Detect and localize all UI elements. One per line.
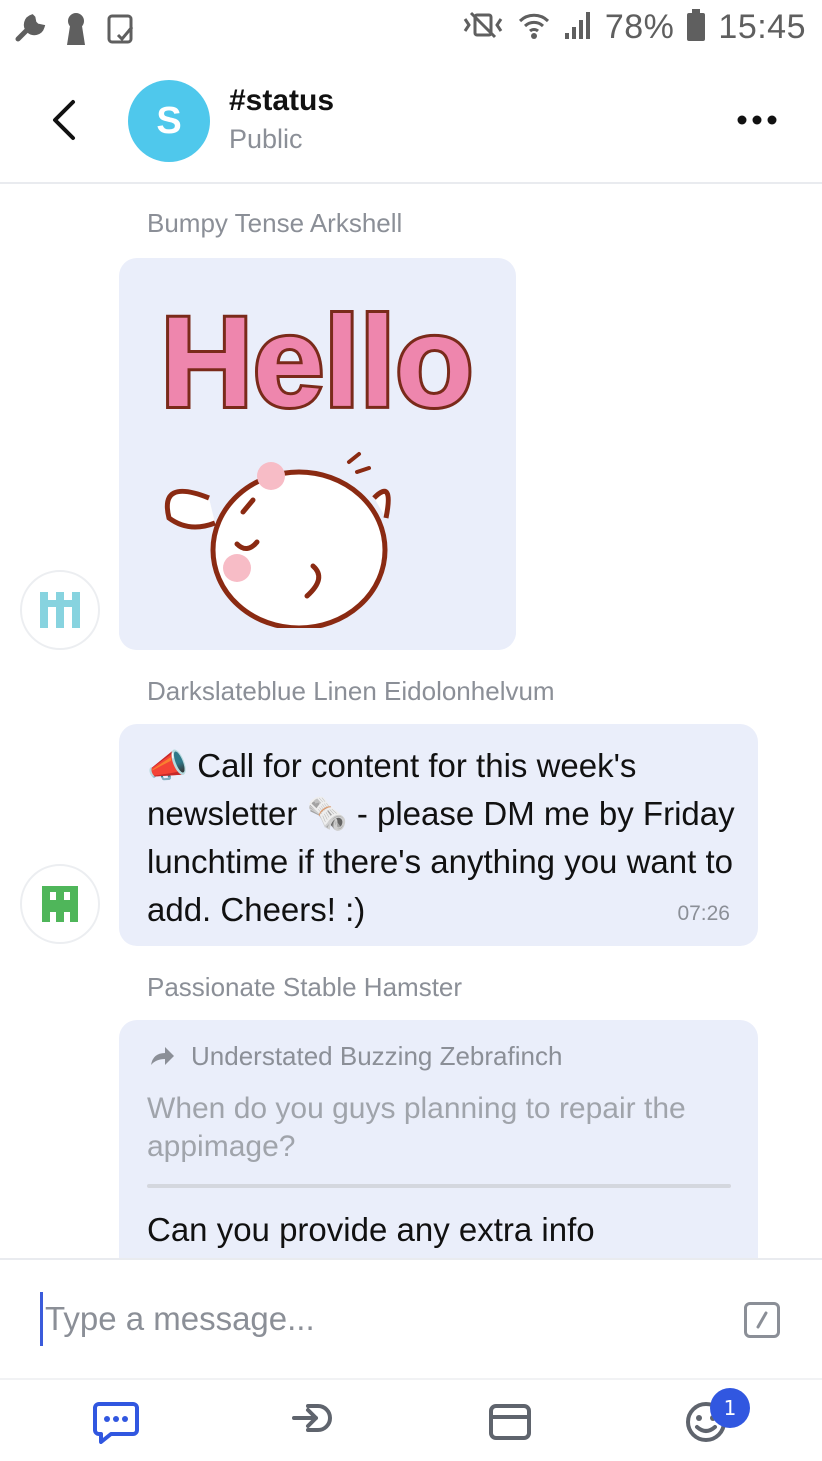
channel-name[interactable]: #status xyxy=(229,84,334,118)
reply-message[interactable]: Understated Buzzing Zebrafinch When do y… xyxy=(119,1020,758,1258)
message-timestamp: 07:26 xyxy=(677,902,730,925)
hello-sticker: Hello xyxy=(119,288,516,650)
channel-avatar[interactable]: S xyxy=(128,80,210,162)
more-options-button[interactable] xyxy=(732,98,782,142)
keyhole-icon xyxy=(64,12,88,51)
text-message[interactable]: 📣 Call for content for this week's newsl… xyxy=(119,724,758,946)
chat-icon xyxy=(93,1402,139,1444)
message-body: 📣 Call for content for this week's newsl… xyxy=(147,747,735,928)
nav-chats[interactable] xyxy=(92,1398,140,1446)
message-composer xyxy=(0,1258,822,1378)
bottom-navigation: 1 xyxy=(0,1378,822,1461)
reply-quoted-text: When do you guys planning to repair the … xyxy=(147,1092,686,1163)
message-timeline[interactable]: Bumpy Tense Arkshell Hello Darkslateblue… xyxy=(0,186,822,1258)
svg-text:Hello: Hello xyxy=(161,291,474,434)
wrench-icon xyxy=(14,13,46,50)
message-sender[interactable]: Passionate Stable Hamster xyxy=(147,972,462,1003)
slash-command-button[interactable] xyxy=(744,1302,780,1338)
reply-quote[interactable]: Understated Buzzing Zebrafinch When do y… xyxy=(147,1038,731,1254)
message-sender[interactable]: Darkslateblue Linen Eidolonhelvum xyxy=(147,676,555,707)
more-dots-icon xyxy=(737,115,777,125)
message-sender[interactable]: Bumpy Tense Arkshell xyxy=(147,208,402,239)
nav-wallet[interactable] xyxy=(486,1398,534,1446)
sticker-message[interactable]: Hello xyxy=(119,258,516,650)
slash-icon xyxy=(756,1311,768,1329)
nav-browser[interactable] xyxy=(288,1398,336,1446)
sender-avatar[interactable] xyxy=(20,864,100,944)
identicon-icon xyxy=(42,886,78,922)
battery-percent: 78% xyxy=(604,8,675,46)
logout-icon xyxy=(292,1404,332,1432)
reply-arrow-icon xyxy=(151,1047,174,1065)
screenshot-icon xyxy=(106,13,136,50)
channel-type: Public xyxy=(229,124,303,154)
signal-icon xyxy=(563,9,593,46)
reply-author-name: Understated Buzzing Zebrafinch xyxy=(191,1040,563,1071)
status-bar: 78% 15:45 xyxy=(0,0,822,58)
reply-divider xyxy=(147,1184,731,1188)
battery-icon xyxy=(686,8,706,47)
chevron-left-icon xyxy=(53,100,75,140)
identicon-icon xyxy=(40,592,80,628)
mute-icon xyxy=(461,9,505,46)
wifi-icon xyxy=(517,9,551,46)
sender-avatar[interactable] xyxy=(20,570,100,650)
wallet-icon xyxy=(489,1404,531,1440)
channel-header: S #status Public xyxy=(0,58,822,184)
message-body: Can you provide any extra info xyxy=(147,1211,595,1248)
message-input[interactable] xyxy=(40,1292,700,1346)
back-button[interactable] xyxy=(40,92,88,148)
nav-profile[interactable]: 1 xyxy=(682,1388,750,1446)
notification-badge: 1 xyxy=(710,1388,750,1428)
clock: 15:45 xyxy=(718,8,806,46)
